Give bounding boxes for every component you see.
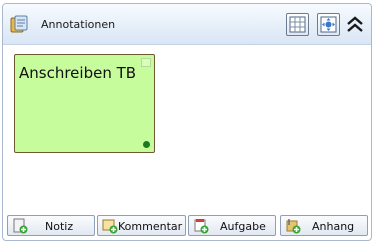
note-title: Anschreiben TB [19, 64, 137, 82]
add-attachment-button[interactable]: Anhang [280, 215, 368, 236]
note-corner-icon [141, 58, 151, 67]
add-attachment-label: Anhang [312, 220, 355, 233]
annotations-panel: Annotationen Anschreiben TB [2, 3, 372, 241]
add-comment-button[interactable]: Kommentar [97, 215, 186, 236]
note-add-icon [13, 218, 28, 234]
fit-view-icon [320, 16, 337, 33]
add-note-button[interactable]: Notiz [7, 215, 95, 236]
add-note-label: Notiz [45, 220, 74, 233]
fit-view-button[interactable] [317, 13, 340, 36]
grid-view-button[interactable] [286, 13, 309, 36]
attachment-add-icon [286, 219, 301, 234]
task-add-icon [194, 219, 209, 234]
add-task-button[interactable]: Aufgabe [188, 215, 276, 236]
grid-icon [289, 16, 306, 33]
add-comment-label: Kommentar [118, 220, 183, 233]
add-task-label: Aufgabe [220, 220, 266, 233]
annotations-icon [10, 15, 29, 34]
annotation-note[interactable]: Anschreiben TB [14, 54, 155, 153]
double-chevron-up-icon[interactable] [346, 15, 364, 35]
comment-add-icon [102, 219, 118, 234]
panel-title: Annotationen [41, 18, 116, 31]
panel-header: Annotationen [3, 4, 371, 45]
note-status-dot [143, 141, 150, 148]
